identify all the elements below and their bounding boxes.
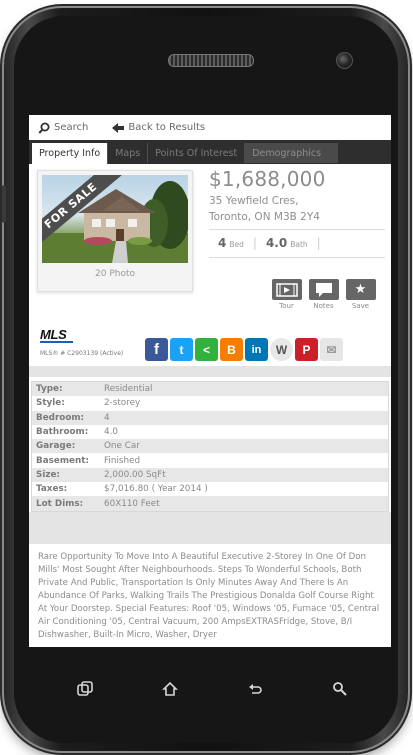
tab-bar: Property Info Maps Points Of Interest De…	[29, 140, 391, 164]
top-bar: Search Back to Results	[29, 115, 391, 140]
listing-price: $1,688,000	[209, 167, 326, 191]
share-icon[interactable]: <	[195, 338, 218, 361]
search-link[interactable]: Search	[38, 122, 88, 134]
tour-button[interactable]: Tour	[270, 279, 303, 310]
notes-button[interactable]: Notes	[307, 279, 340, 310]
detail-row: Type: Residential	[32, 382, 388, 397]
detail-label: Basement:	[36, 455, 89, 466]
tab-demographics[interactable]: Demographics	[245, 143, 339, 163]
pinterest-icon[interactable]: P	[295, 338, 318, 361]
star-icon: ★	[345, 279, 376, 300]
description-text: Rare Opportunity To Move Into A Beautifu…	[38, 552, 380, 640]
detail-row: Size: 2,000.00 SqFt	[32, 467, 388, 483]
facebook-icon[interactable]: f	[145, 338, 168, 361]
detail-label: Bedroom:	[36, 412, 85, 423]
baths-separator: |	[316, 236, 321, 250]
detail-row: Style: 2-storey	[32, 396, 388, 411]
detail-label: Taxes:	[36, 484, 68, 495]
listing-summary: FOR SALE 20 Photo $1,688,000 35 Yewfield…	[29, 164, 391, 366]
back-icon[interactable]	[244, 678, 266, 700]
detail-row: Garage: One Car	[32, 439, 388, 454]
email-icon[interactable]: ✉	[320, 338, 343, 361]
address-divider	[209, 229, 385, 230]
beds-baths: 4 Bed | 4.0 Bath |	[218, 236, 327, 250]
detail-value: 4.0	[104, 427, 118, 438]
detail-label: Lot Dims:	[36, 498, 84, 509]
app-screen: Search Back to Results Property Info Map…	[29, 115, 391, 647]
front-camera	[336, 52, 353, 69]
detail-label: Size:	[36, 469, 60, 480]
search-icon[interactable]	[329, 678, 351, 700]
detail-row: Basement: Finished	[32, 453, 388, 468]
mls-number: MLS® # C2903139 (Active)	[40, 350, 124, 357]
detail-value: One Car	[104, 441, 140, 452]
mls-logo: MLS	[40, 327, 73, 343]
detail-row: Taxes: $7,016.80 ( Year 2014 )	[32, 482, 388, 497]
search-label: Search	[54, 122, 89, 133]
detail-value: 2,000.00 SqFt	[104, 469, 166, 480]
detail-value: 2-storey	[104, 398, 141, 409]
address-line-2: Toronto, ON M3B 2Y4	[209, 211, 320, 223]
detail-value: $7,016.80 ( Year 2014 )	[104, 484, 208, 495]
video-icon	[271, 279, 302, 300]
beds-separator: |	[252, 236, 257, 250]
detail-label: Bathroom:	[36, 427, 89, 438]
earpiece-speaker	[168, 54, 254, 67]
property-details-table: Type: Residential Style: 2-storey Bedroom: 4 B…	[29, 377, 391, 512]
home-icon[interactable]	[159, 678, 181, 700]
search-icon	[38, 122, 50, 134]
recent-apps-icon[interactable]	[74, 678, 96, 700]
beds-unit: Bed	[229, 240, 244, 249]
details-rows: Type: Residential Style: 2-storey Bedroom: 4 B…	[31, 381, 389, 512]
house-photo[interactable]: FOR SALE	[42, 175, 188, 263]
detail-value: Finished	[104, 455, 141, 466]
tab-property-info[interactable]: Property Info	[32, 143, 109, 164]
volume-button	[2, 185, 6, 223]
tab-maps[interactable]: Maps	[108, 143, 149, 163]
detail-row: Lot Dims: 60X110 Feet	[32, 496, 388, 511]
description-section: Rare Opportunity To Move Into A Beautifu…	[29, 540, 391, 647]
action-buttons: Tour Notes ★ Save	[270, 279, 377, 310]
address-line-1: 35 Yewfield Cres,	[209, 195, 299, 207]
detail-label: Style:	[36, 398, 65, 409]
save-label: Save	[351, 302, 370, 310]
beds-value: 4	[218, 236, 227, 250]
notes-icon	[308, 279, 339, 300]
detail-label: Garage:	[36, 441, 76, 452]
android-nav-bar	[0, 678, 413, 708]
detail-value: Residential	[104, 384, 153, 395]
back-to-results-link[interactable]: Back to Results	[112, 122, 205, 133]
baths-value: 4.0	[265, 236, 288, 250]
share-buttons: f t < B in W P ✉	[145, 338, 343, 361]
photo-count[interactable]: 20 Photo	[38, 269, 192, 279]
photo-card[interactable]: FOR SALE 20 Photo	[37, 170, 193, 292]
linkedin-icon[interactable]: in	[245, 338, 268, 361]
wordpress-icon[interactable]: W	[270, 338, 293, 361]
back-label: Back to Results	[128, 122, 206, 133]
blogger-icon[interactable]: B	[220, 338, 243, 361]
tab-points-of-interest[interactable]: Points Of Interest	[148, 143, 246, 163]
detail-value: 60X110 Feet	[104, 498, 160, 509]
tour-label: Tour	[279, 302, 294, 310]
baths-unit: Bath	[290, 240, 308, 249]
detail-row: Bathroom: 4.0	[32, 424, 388, 440]
save-button[interactable]: ★ Save	[344, 279, 377, 310]
detail-label: Type:	[36, 384, 63, 395]
twitter-icon[interactable]: t	[170, 338, 193, 361]
detail-value: 4	[104, 412, 110, 423]
back-arrow-icon	[112, 122, 125, 133]
notes-label: Notes	[313, 302, 334, 310]
beds-divider	[209, 257, 385, 258]
detail-row: Bedroom: 4	[32, 410, 388, 425]
